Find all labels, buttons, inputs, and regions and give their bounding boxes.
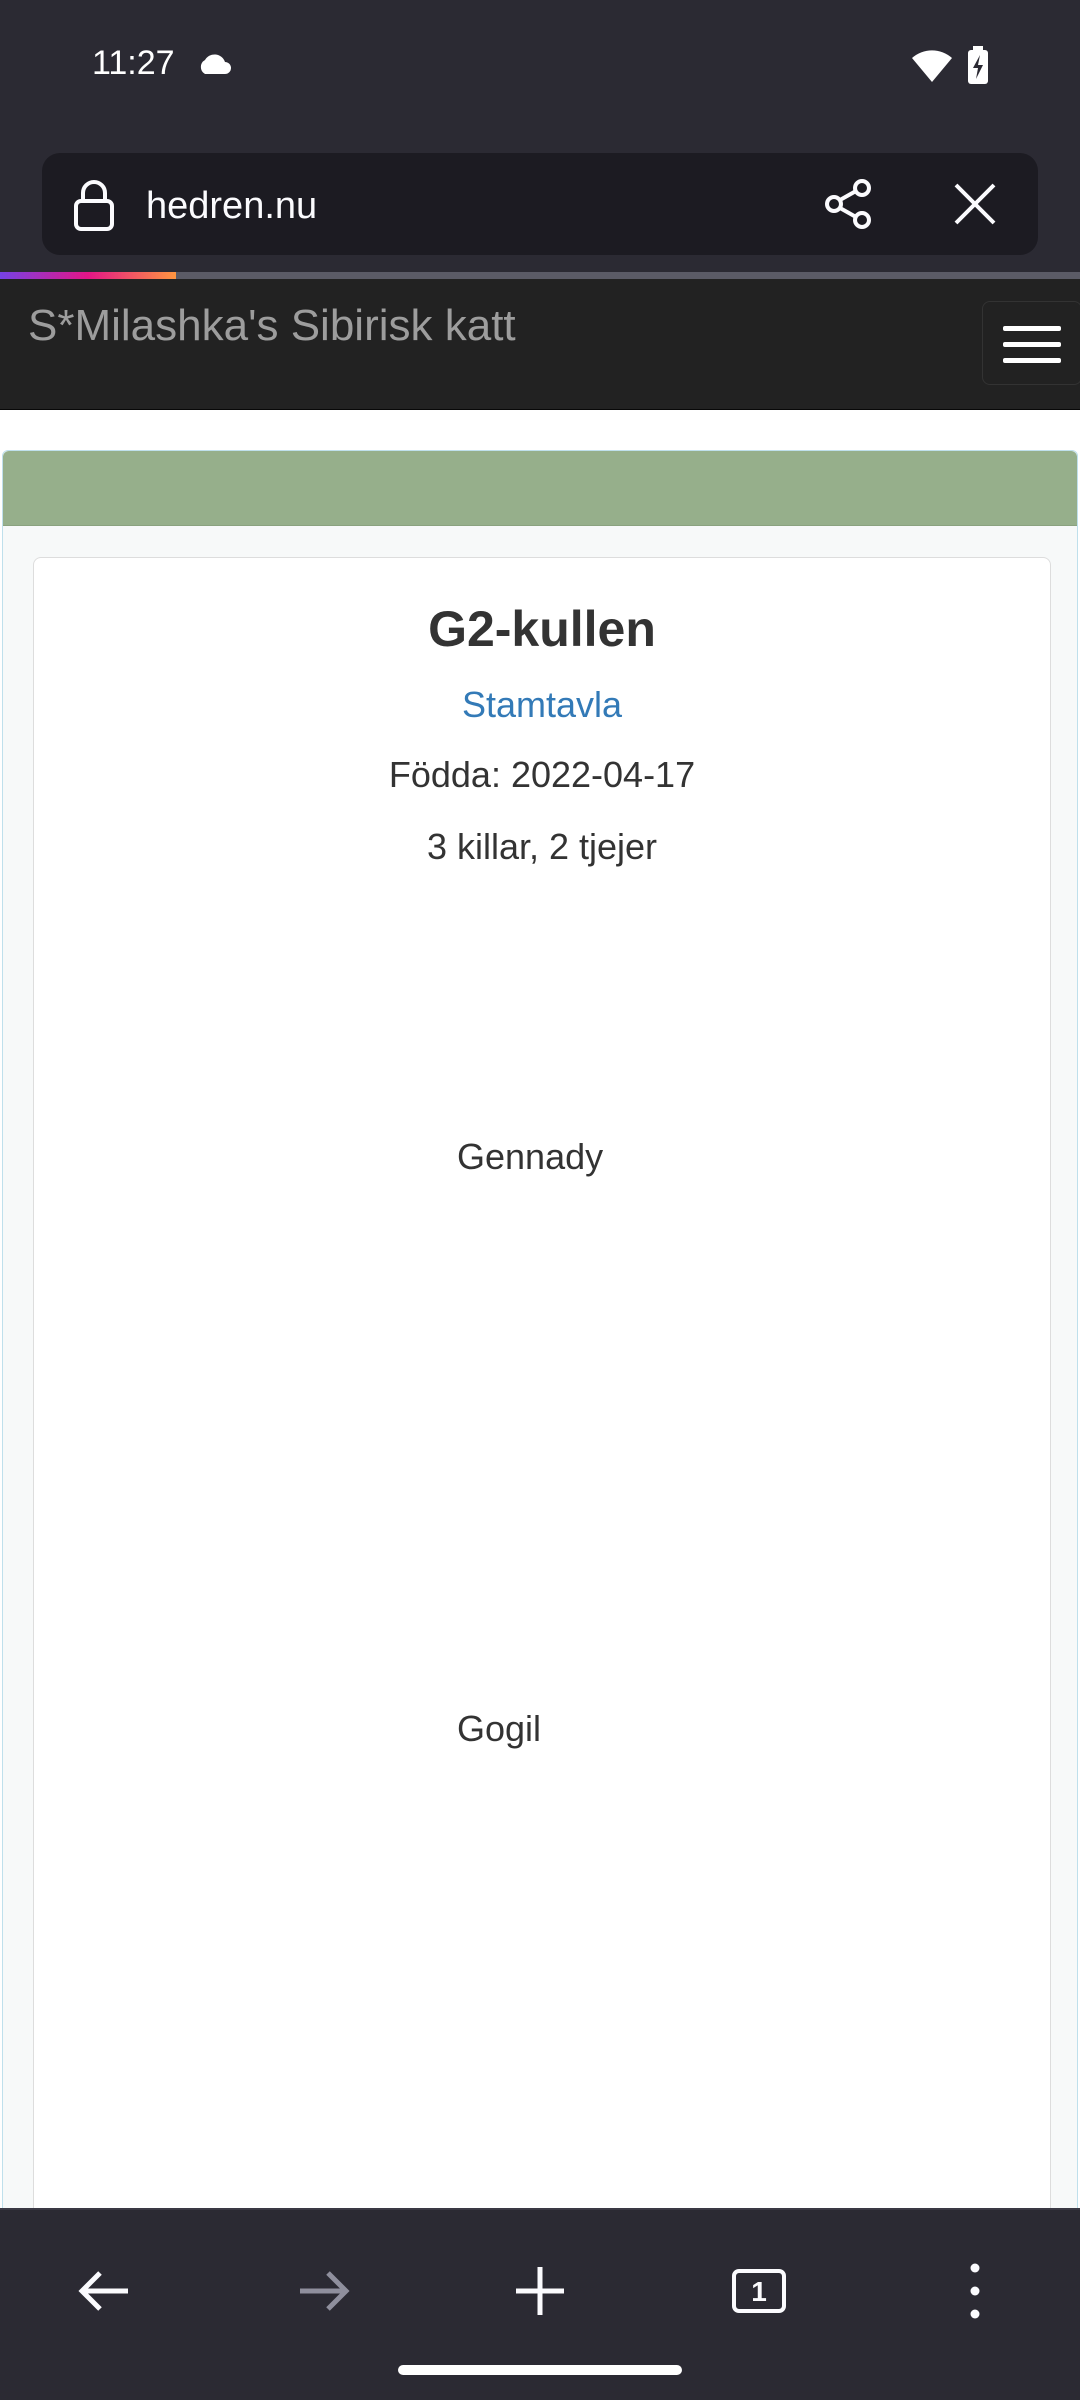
born-date: Födda: 2022-04-17 <box>388 754 696 795</box>
kitten-name: Gennady <box>457 1136 604 1177</box>
site-brand[interactable]: S*Milashka's Sibirisk katt <box>28 301 516 351</box>
pedigree-link[interactable]: Stamtavla <box>34 684 1050 726</box>
cloud-icon <box>196 52 232 81</box>
tab-count: 1 <box>751 2276 767 2307</box>
new-tab-plus-icon <box>495 2267 585 2340</box>
back-arrow-icon <box>60 2271 150 2340</box>
new-tab-button[interactable] <box>495 2246 585 2336</box>
screen: 11:27 hedren.nu S*Milashka's Sibirisk ka… <box>0 0 1080 2400</box>
lock-icon[interactable] <box>72 179 116 236</box>
site-navbar: S*Milashka's Sibirisk katt <box>0 279 1080 410</box>
page-content: G2-kullen Stamtavla Födda: 2022-04-17 3 … <box>0 410 1080 2357</box>
overflow-menu-button[interactable] <box>930 2246 1020 2336</box>
url-text[interactable]: hedren.nu <box>146 185 317 228</box>
browser-bottom-bar: 1 <box>0 2208 1080 2400</box>
litter-card: G2-kullen Stamtavla Födda: 2022-04-17 3 … <box>33 557 1051 2357</box>
forward-arrow-icon <box>278 2271 368 2340</box>
share-icon[interactable] <box>822 177 876 236</box>
panel-heading <box>3 451 1077 526</box>
close-icon[interactable] <box>948 177 1002 236</box>
litter-panel: G2-kullen Stamtavla Födda: 2022-04-17 3 … <box>2 450 1078 2357</box>
battery-charging-icon <box>966 46 990 91</box>
status-bar: 11:27 <box>0 0 1080 135</box>
url-bar[interactable]: hedren.nu <box>42 153 1038 255</box>
back-button[interactable] <box>60 2246 150 2336</box>
status-time: 11:27 <box>92 44 175 82</box>
litter-title: G2-kullen <box>428 601 656 657</box>
browser-toolbar: hedren.nu <box>0 135 1080 272</box>
page-load-progress-fill <box>0 272 176 279</box>
kitten-name: Gogil <box>457 1708 542 1749</box>
overflow-menu-icon <box>930 2263 1020 2340</box>
wifi-icon <box>910 48 954 89</box>
forward-button[interactable] <box>278 2246 368 2336</box>
tabs-counter-icon: 1 <box>712 2269 802 2340</box>
tabs-button[interactable]: 1 <box>712 2246 802 2336</box>
hamburger-menu-button[interactable] <box>982 301 1080 385</box>
kitten-count: 3 killar, 2 tjejer <box>426 826 658 867</box>
page-load-progress <box>0 272 1080 279</box>
home-indicator[interactable] <box>398 2365 682 2375</box>
